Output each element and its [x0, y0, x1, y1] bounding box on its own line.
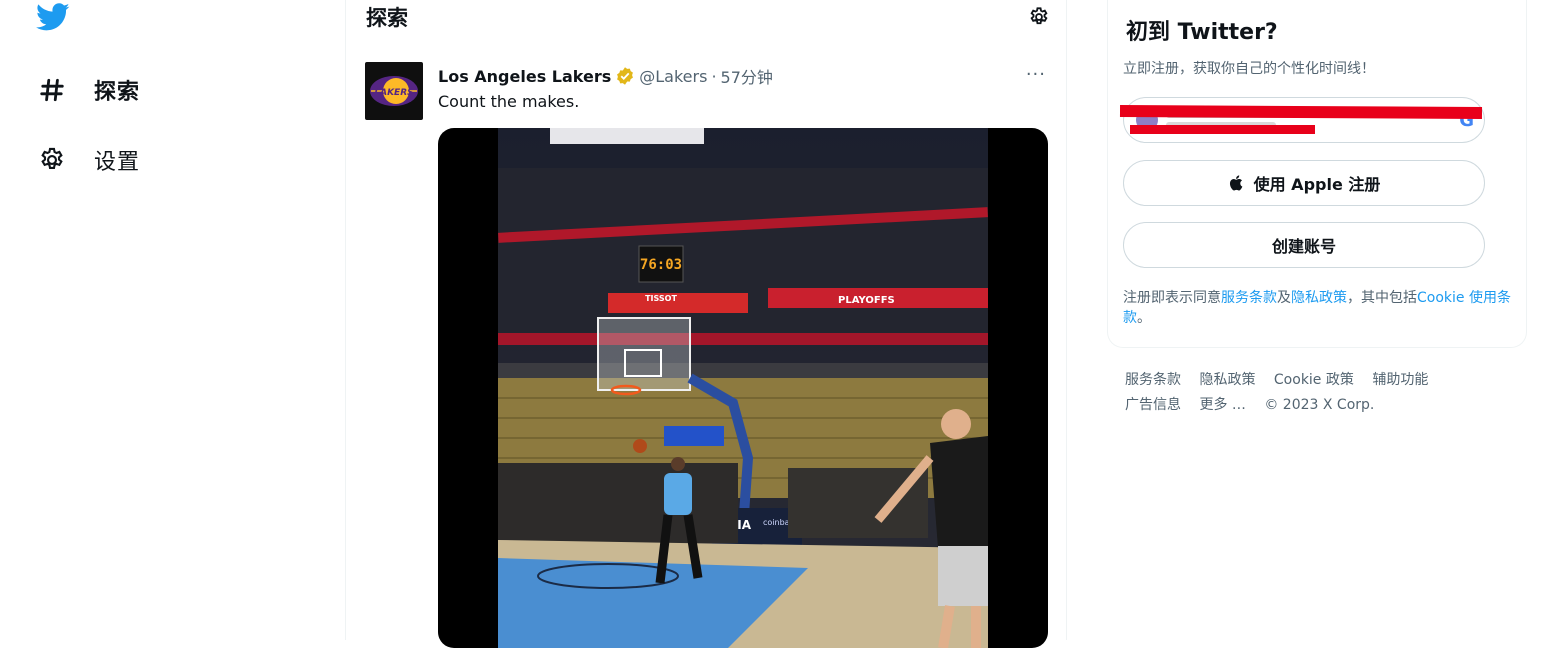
gear-icon [38, 146, 66, 174]
verified-badge-icon [615, 66, 635, 86]
signup-card: 初到 Twitter? 立即注册，获取你自己的个性化时间线！ G 使用 Appl… [1107, 0, 1527, 348]
footer-link-cookie[interactable]: Cookie 政策 [1274, 372, 1354, 388]
apple-logo-icon [1228, 173, 1246, 193]
copyright: © 2023 X Corp. [1264, 397, 1375, 413]
create-account-label: 创建账号 [1271, 237, 1336, 256]
tweet-text: Count the makes. [438, 92, 580, 111]
nav-item-label: 探索 [94, 80, 141, 105]
tweet-timestamp[interactable]: 57分钟 [721, 64, 773, 88]
create-account-button[interactable]: 创建账号 [1123, 222, 1485, 268]
privacy-policy-link[interactable]: 隐私政策 [1291, 290, 1347, 306]
twitter-bird-icon[interactable] [34, 0, 72, 36]
nav-item-settings[interactable]: 设置 [38, 144, 140, 176]
signup-title: 初到 Twitter? [1126, 20, 1278, 45]
tweet-video[interactable]: PLAYOFFS 76:03 TISSOT KIA coinbase [438, 128, 1048, 648]
nav-item-explore[interactable]: 探索 [38, 74, 140, 106]
footer-link-ads[interactable]: 广告信息 [1125, 397, 1181, 413]
arena-scene: PLAYOFFS 76:03 TISSOT KIA coinbase [498, 128, 988, 648]
footer-links: 服务条款 隐私政策 Cookie 政策 辅助功能 广告信息 更多 … © 202… [1125, 368, 1505, 418]
tweet-header: Los Angeles Lakers @Lakers · 57分钟 [438, 64, 773, 88]
avatar-logo-text: LAKERS [374, 88, 413, 98]
footer-link-tos[interactable]: 服务条款 [1125, 372, 1181, 388]
tweet-author-name[interactable]: Los Angeles Lakers [438, 67, 611, 86]
terms-mid: ，其中包括 [1347, 290, 1417, 306]
terms-end: 。 [1137, 310, 1151, 326]
apple-signup-label: 使用 Apple 注册 [1253, 175, 1381, 194]
signup-terms: 注册即表示同意服务条款及隐私政策，其中包括Cookie 使用条款。 [1123, 288, 1515, 328]
page-title: 探索 [366, 6, 408, 30]
terms-and: 及 [1277, 290, 1291, 306]
more-options-icon[interactable]: ··· [1026, 64, 1046, 85]
terms-prefix: 注册即表示同意 [1123, 290, 1221, 306]
apple-signup-button[interactable]: 使用 Apple 注册 [1123, 160, 1485, 206]
hashtag-icon [38, 76, 66, 104]
tweet-author-handle[interactable]: @Lakers [639, 67, 707, 86]
google-signup-button[interactable]: G [1123, 97, 1485, 143]
footer-link-accessibility[interactable]: 辅助功能 [1372, 372, 1428, 388]
redaction-mark [1119, 105, 1483, 119]
terms-of-service-link[interactable]: 服务条款 [1221, 290, 1277, 306]
footer-link-privacy[interactable]: 隐私政策 [1199, 372, 1255, 388]
sponsor-board: TISSOT [645, 294, 677, 303]
separator-dot: · [711, 66, 717, 86]
settings-gear-icon[interactable] [1028, 6, 1050, 28]
nav-item-label: 设置 [94, 150, 141, 175]
footer-link-more[interactable]: 更多 … [1199, 397, 1245, 413]
left-nav: 探索 设置 [0, 0, 345, 640]
shot-clock: 76:03 [640, 257, 682, 273]
avatar[interactable]: LAKERS [365, 62, 423, 120]
main-column: 探索 LAKERS Los Angeles Lakers @Lakers · 5… [345, 0, 1067, 648]
redaction-mark [1130, 125, 1315, 134]
banner-text: PLAYOFFS [838, 295, 895, 306]
signup-subtitle: 立即注册，获取你自己的个性化时间线！ [1123, 61, 1375, 77]
